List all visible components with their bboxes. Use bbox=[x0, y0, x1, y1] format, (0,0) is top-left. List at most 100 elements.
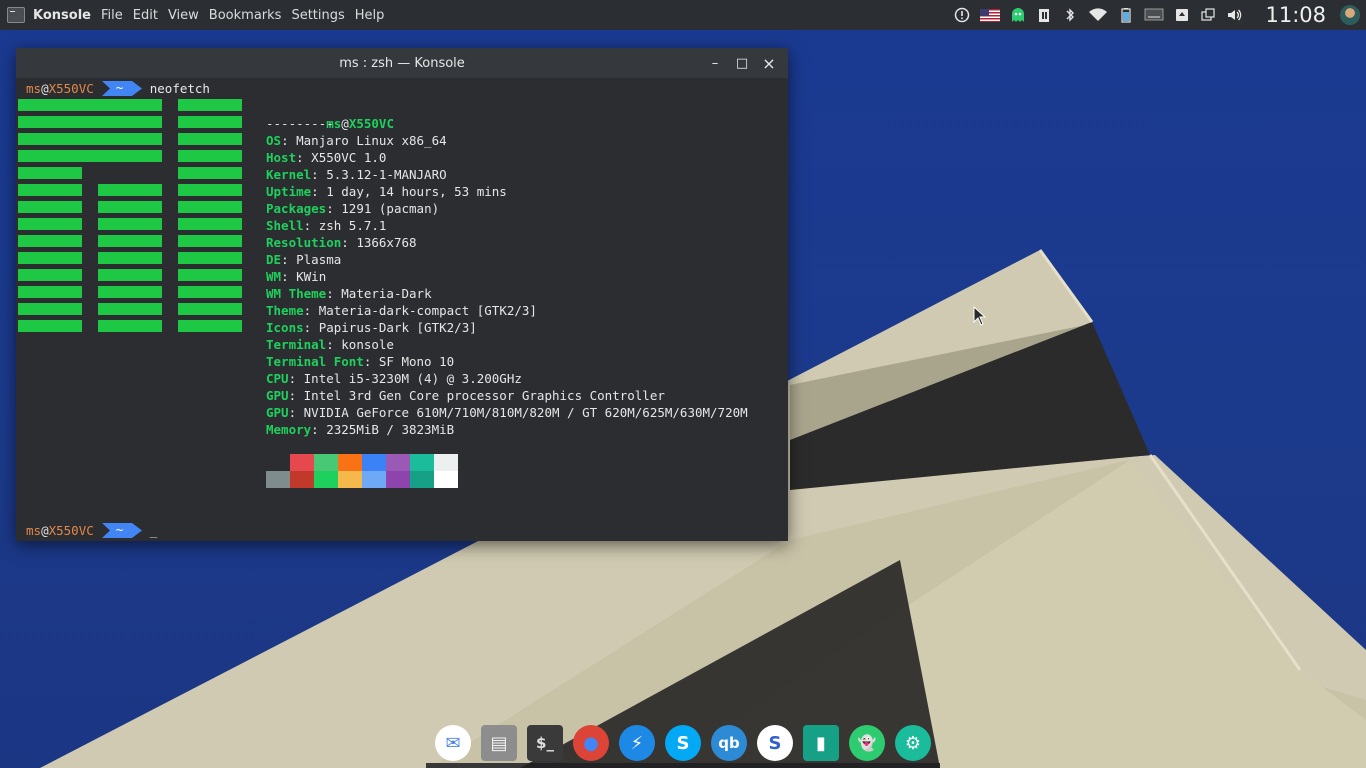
window-titlebar[interactable]: ms : zsh — Konsole – □ × bbox=[16, 48, 788, 78]
prompt-dir-arrow: ~ bbox=[101, 80, 142, 96]
header-at: @ bbox=[341, 116, 349, 131]
info-header: ms@X550VC bbox=[266, 98, 748, 131]
mail-icon[interactable]: ✉ bbox=[435, 725, 471, 761]
user-avatar[interactable] bbox=[1340, 5, 1360, 25]
menu-bookmarks[interactable]: Bookmarks bbox=[209, 8, 282, 23]
dock-glyph: $_ bbox=[536, 734, 554, 752]
logo-block bbox=[178, 218, 242, 230]
prompt-line-current: ms @ X550VC ~ _ bbox=[26, 522, 157, 539]
display-icon[interactable] bbox=[1144, 7, 1164, 23]
settings-icon[interactable]: ⚙ bbox=[895, 725, 931, 761]
minimize-button[interactable]: – bbox=[708, 56, 722, 71]
app-name: Konsole bbox=[33, 7, 91, 23]
dock-glyph: ▤ bbox=[490, 732, 508, 754]
info-line: Uptime: 1 day, 14 hours, 53 mins bbox=[266, 183, 748, 200]
info-line: DE: Plasma bbox=[266, 251, 748, 268]
info-value: Intel 3rd Gen Core processor Graphics Co… bbox=[303, 388, 665, 403]
info-value: Plasma bbox=[296, 252, 342, 267]
files-icon[interactable]: ▤ bbox=[481, 725, 517, 761]
logo-block bbox=[98, 269, 162, 281]
info-colon: : bbox=[281, 133, 297, 148]
chrome-icon[interactable]: ● bbox=[573, 725, 609, 761]
info-key: WM bbox=[266, 269, 282, 284]
prompt-user: ms bbox=[26, 523, 42, 538]
palette-swatch-bottom bbox=[434, 471, 458, 488]
volume-icon[interactable] bbox=[1226, 7, 1242, 23]
prompt-user: ms bbox=[26, 81, 42, 96]
logo-block bbox=[178, 286, 242, 298]
dock-glyph: ▮ bbox=[816, 732, 826, 754]
info-key: Theme bbox=[266, 303, 304, 318]
logo-block bbox=[178, 99, 242, 111]
ghost-icon[interactable]: 👻 bbox=[849, 725, 885, 761]
logo-block bbox=[18, 235, 82, 247]
info-key: Shell bbox=[266, 218, 304, 233]
color-palette bbox=[266, 454, 458, 488]
info-line: Resolution: 1366x768 bbox=[266, 234, 748, 251]
logo-block bbox=[178, 167, 242, 179]
logo-block bbox=[178, 320, 242, 332]
info-line: Shell: zsh 5.7.1 bbox=[266, 217, 748, 234]
info-value: 1291 (pacman) bbox=[341, 201, 440, 216]
palette-swatch-top bbox=[266, 454, 290, 471]
header-host: X550VC bbox=[348, 116, 394, 131]
menu-edit[interactable]: Edit bbox=[133, 8, 158, 23]
info-value: Papirus-Dark [GTK2/3] bbox=[318, 320, 477, 335]
info-value: Materia-dark-compact [GTK2/3] bbox=[318, 303, 537, 318]
palette-swatch-top bbox=[434, 454, 458, 471]
palette-swatch-top bbox=[362, 454, 386, 471]
alert-icon[interactable] bbox=[954, 7, 970, 23]
info-colon: : bbox=[288, 405, 304, 420]
info-lines: OS: Manjaro Linux x86_64 Host: X550VC 1.0… bbox=[266, 132, 748, 438]
info-key: Terminal bbox=[266, 337, 327, 352]
simplenote-icon[interactable]: S bbox=[757, 725, 793, 761]
bluetooth-icon[interactable] bbox=[1062, 7, 1078, 23]
info-line: Terminal Font: SF Mono 10 bbox=[266, 353, 748, 370]
logo-block bbox=[98, 320, 162, 332]
info-colon: : bbox=[281, 252, 297, 267]
info-key: WM Theme bbox=[266, 286, 327, 301]
us-flag-icon[interactable] bbox=[980, 7, 1001, 23]
info-key: OS bbox=[266, 133, 282, 148]
info-colon: : bbox=[311, 167, 327, 182]
logo-block bbox=[178, 303, 242, 315]
system-tray: 11:08 bbox=[949, 0, 1366, 30]
clipboard-icon[interactable] bbox=[1036, 7, 1052, 23]
palette-swatch-bottom bbox=[386, 471, 410, 488]
konsole-app-icon[interactable] bbox=[7, 7, 25, 23]
logo-block bbox=[178, 252, 242, 264]
clock[interactable]: 11:08 bbox=[1265, 3, 1326, 27]
menu-settings[interactable]: Settings bbox=[291, 8, 344, 23]
notes-tray-icon[interactable] bbox=[1174, 7, 1190, 23]
palette-swatch-top bbox=[290, 454, 314, 471]
prompt-dir: ~ bbox=[115, 80, 124, 95]
close-button[interactable]: × bbox=[762, 54, 776, 73]
maximize-button[interactable]: □ bbox=[735, 56, 749, 71]
menu-file[interactable]: File bbox=[101, 8, 123, 23]
messenger-icon[interactable]: ⚡ bbox=[619, 725, 655, 761]
info-key: CPU bbox=[266, 371, 289, 386]
menu-view[interactable]: View bbox=[168, 8, 199, 23]
logo-block bbox=[18, 184, 82, 196]
wifi-icon[interactable] bbox=[1088, 7, 1108, 23]
info-key: Memory bbox=[266, 422, 312, 437]
logo-block bbox=[178, 116, 242, 128]
logo-block bbox=[18, 201, 82, 213]
window-title: ms : zsh — Konsole bbox=[339, 55, 465, 71]
skype-icon[interactable]: S bbox=[665, 725, 701, 761]
logo-block bbox=[18, 99, 162, 111]
logo-block bbox=[178, 150, 242, 162]
terminal-icon[interactable]: $_ bbox=[527, 725, 563, 761]
battery-icon[interactable] bbox=[1118, 7, 1134, 23]
info-colon: : bbox=[303, 303, 319, 318]
palette-swatch-bottom bbox=[338, 471, 362, 488]
notes-icon[interactable]: ▮ bbox=[803, 725, 839, 761]
devices-icon[interactable] bbox=[1200, 7, 1216, 23]
info-value: 1 day, 14 hours, 53 mins bbox=[326, 184, 507, 199]
terminal-area[interactable]: ms @ X550VC ~ neofetch ms@X550VC ---------… bbox=[16, 78, 788, 541]
logo-block bbox=[178, 235, 242, 247]
info-line: Kernel: 5.3.12-1-MANJARO bbox=[266, 166, 748, 183]
ghost-tray-icon[interactable] bbox=[1010, 7, 1026, 23]
qbittorrent-icon[interactable]: qb bbox=[711, 725, 747, 761]
menu-help[interactable]: Help bbox=[355, 8, 385, 23]
